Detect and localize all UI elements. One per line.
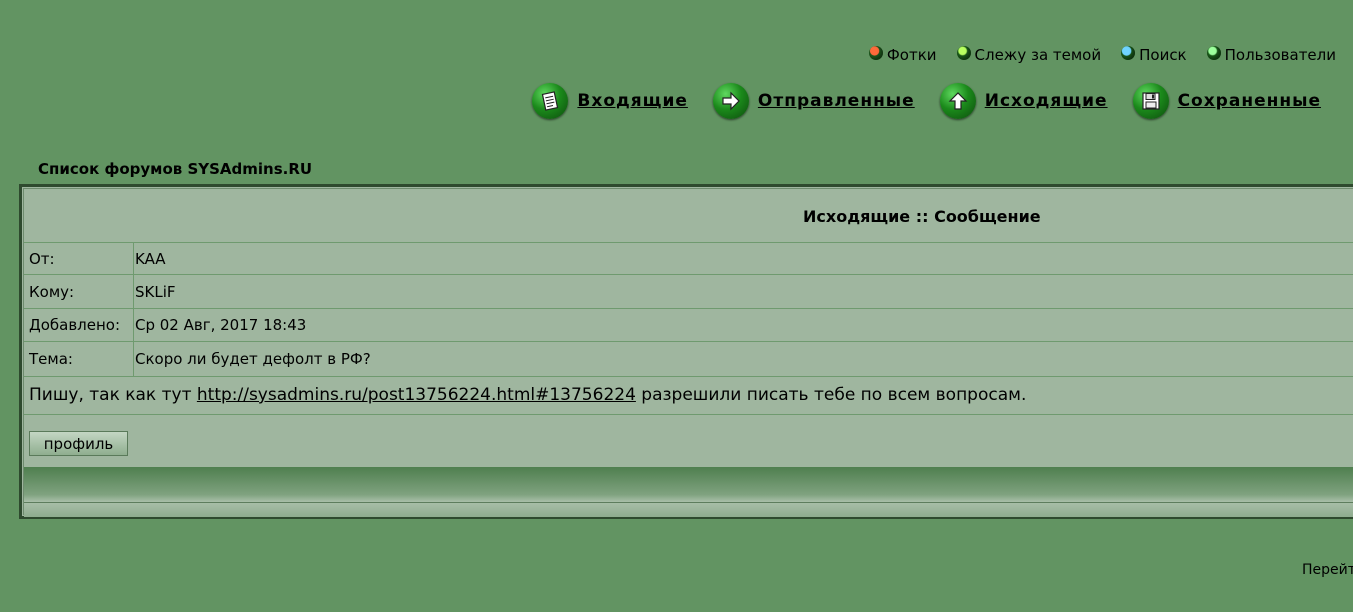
top-link-watched-topics[interactable]: Слежу за темой (956, 46, 1102, 64)
panel-footer (24, 467, 1353, 517)
inbox-icon (532, 83, 569, 119)
top-link-label: Слежу за темой (974, 46, 1102, 64)
button-row: профиль (24, 415, 1353, 467)
message-body-link[interactable]: http://sysadmins.ru/post13756224.html#13… (197, 385, 636, 405)
top-link-label: Поиск (1139, 46, 1187, 64)
message-header: Исходящие :: Сообщение (24, 189, 1353, 243)
pm-nav: Входящие Отправленные Исходящие Сохранен… (532, 83, 1321, 119)
top-link-label: Фотки (886, 46, 937, 64)
nav-saved[interactable]: Сохраненные (1132, 83, 1321, 119)
sender-value: KAA (135, 249, 166, 268)
blue-dot-icon (1121, 46, 1136, 60)
forum-list-link[interactable]: Список форумов SYSAdmins.RU (38, 160, 312, 178)
green-dot-icon (956, 46, 971, 60)
message-body-text: Пишу, так как тут (29, 385, 197, 405)
top-link-users[interactable]: Пользователи (1206, 46, 1336, 64)
message-body-text: разрешили писать тебе по всем вопросам. (635, 385, 1027, 405)
top-links: Фотки Слежу за темой Поиск Пользователи (868, 46, 1336, 64)
nav-label: Сохраненные (1177, 91, 1321, 111)
message-body: Пишу, так как тут http://sysadmins.ru/po… (24, 376, 1353, 415)
message-panel-inner: Исходящие :: Сообщение От: KAA Кому: SKL… (23, 188, 1353, 517)
row-label: Тема: (24, 342, 134, 376)
date-value: Ср 02 Авг, 2017 18:43 (135, 316, 307, 334)
subject-value: Скоро ли будет дефолт в РФ? (135, 350, 371, 368)
profile-button[interactable]: профиль (29, 431, 128, 456)
top-link-photos[interactable]: Фотки (868, 46, 937, 64)
row-label: Кому: (24, 275, 134, 308)
recipient-value: SKLiF (135, 282, 176, 301)
row-to: Кому: SKLiF (24, 275, 1353, 309)
arrow-right-icon (712, 83, 749, 119)
message-panel: Исходящие :: Сообщение От: KAA Кому: SKL… (19, 184, 1353, 519)
list-dot-icon (1206, 46, 1221, 60)
nav-sent[interactable]: Отправленные (712, 83, 915, 119)
nav-outbox[interactable]: Исходящие (939, 83, 1108, 119)
divider (24, 502, 1353, 503)
top-link-search[interactable]: Поиск (1121, 46, 1187, 64)
nav-label: Отправленные (757, 91, 915, 111)
top-link-label: Пользователи (1224, 46, 1336, 64)
nav-inbox[interactable]: Входящие (532, 83, 687, 119)
row-label: Добавлено: (24, 309, 134, 341)
goto-label: Перейт (1302, 562, 1353, 578)
row-added: Добавлено: Ср 02 Авг, 2017 18:43 (24, 309, 1353, 342)
nav-label: Входящие (577, 91, 688, 111)
message-header-title: Исходящие :: Сообщение (803, 207, 1041, 226)
red-dot-icon (868, 46, 883, 60)
arrow-up-icon (939, 83, 976, 119)
nav-label: Исходящие (984, 91, 1108, 111)
row-from: От: KAA (24, 243, 1353, 275)
floppy-disk-icon (1132, 83, 1169, 119)
row-label: От: (24, 243, 134, 274)
row-subject: Тема: Скоро ли будет дефолт в РФ? (24, 342, 1353, 377)
